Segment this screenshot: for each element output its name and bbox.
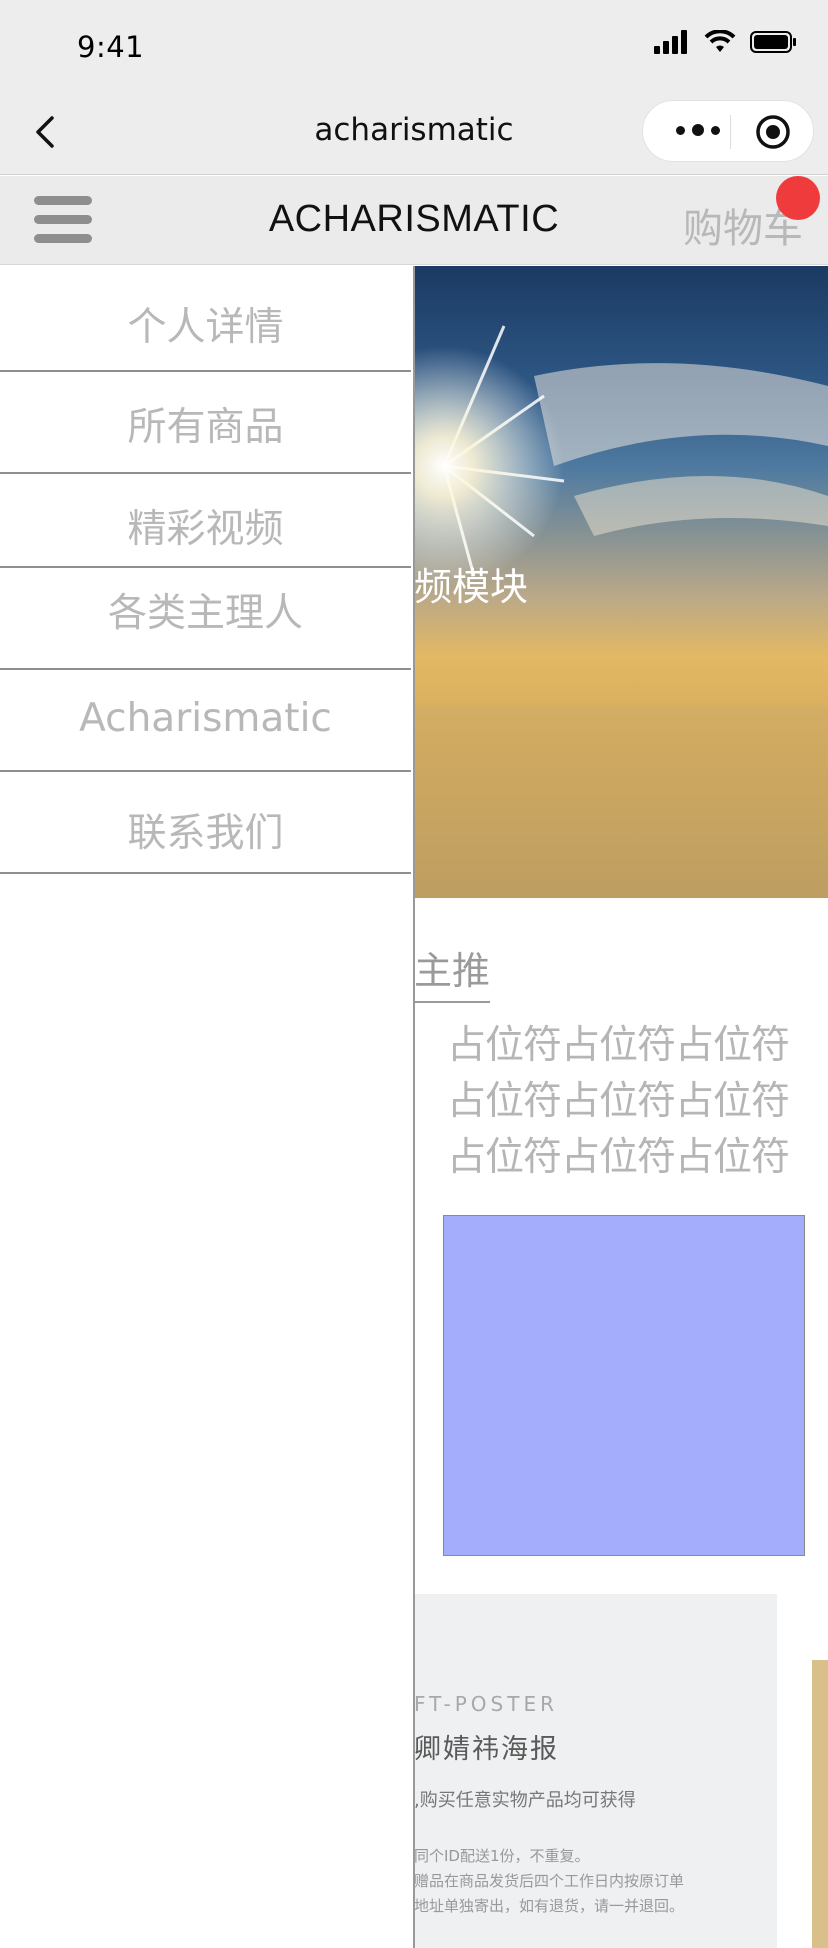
mini-program-nav-bar: acharismatic xyxy=(0,92,828,175)
poster-subtitle: ,购买任意实物产品均可获得 xyxy=(414,1790,636,1811)
poster-title: 卿婧祎海报 xyxy=(414,1734,559,1765)
app-header: ACHARISMATIC 购物车 xyxy=(0,176,828,265)
gift-poster-card[interactable]: FT-POSTER 卿婧祎海报 ,购买任意实物产品均可获得 同个ID配送1份，不… xyxy=(414,1594,777,1948)
cart-badge xyxy=(776,176,820,220)
section-title: 主推 xyxy=(414,940,491,1003)
drawer-item-label: 精彩视频 xyxy=(127,507,284,552)
poster-notes: 同个ID配送1份，不重复。 赠品在商品发货后四个工作日内按原订单 地址单独寄出，… xyxy=(414,1844,684,1919)
drawer-item-contact[interactable]: 联系我们 xyxy=(0,772,411,874)
capsule-divider xyxy=(730,115,731,149)
poster-eyebrow: FT-POSTER xyxy=(414,1692,558,1716)
banner-overlay-text: 频模块 xyxy=(414,565,529,609)
drawer-item-videos[interactable]: 精彩视频 xyxy=(0,474,411,568)
placeholder-line: 占位符占位符占位符 xyxy=(447,1079,790,1124)
placeholder-line: 占位符占位符占位符 xyxy=(447,1135,790,1180)
placeholder-image-box[interactable] xyxy=(443,1215,805,1556)
status-bar: 9:41 xyxy=(0,0,828,92)
drawer-item-acharismatic[interactable]: Acharismatic xyxy=(0,670,411,772)
side-drawer: 个人详情 所有商品 精彩视频 各类主理人 Acharismatic 联系我们 xyxy=(0,266,415,1948)
poster-note-line: 赠品在商品发货后四个工作日内按原订单 xyxy=(414,1872,685,1890)
battery-icon xyxy=(750,31,796,53)
poster-note-line: 同个ID配送1份，不重复。 xyxy=(414,1847,590,1865)
status-icons xyxy=(654,30,798,54)
poster-side-strip xyxy=(812,1660,828,1948)
drawer-item-label: 各类主理人 xyxy=(107,591,303,636)
placeholder-text: 占位符占位符占位符 占位符占位符占位符 占位符占位符占位符 xyxy=(447,1018,817,1186)
wifi-icon xyxy=(704,30,736,52)
poster-note-line: 地址单独寄出，如有退货，请一并退回。 xyxy=(414,1897,685,1915)
drawer-item-curators[interactable]: 各类主理人 xyxy=(0,568,411,670)
signal-icon xyxy=(654,30,687,54)
drawer-item-label: 个人详情 xyxy=(127,305,284,350)
drawer-item-label: 所有商品 xyxy=(127,405,284,450)
more-dots-icon[interactable] xyxy=(669,115,727,145)
drawer-item-all-products[interactable]: 所有商品 xyxy=(0,372,411,474)
drawer-item-profile[interactable]: 个人详情 xyxy=(0,266,411,372)
status-time: 9:41 xyxy=(77,30,145,64)
placeholder-line: 占位符占位符占位符 xyxy=(447,1023,790,1068)
close-target-icon[interactable] xyxy=(755,114,791,150)
capsule-menu xyxy=(642,100,814,162)
drawer-item-label: 联系我们 xyxy=(127,811,284,856)
drawer-item-label: Acharismatic xyxy=(79,696,332,741)
